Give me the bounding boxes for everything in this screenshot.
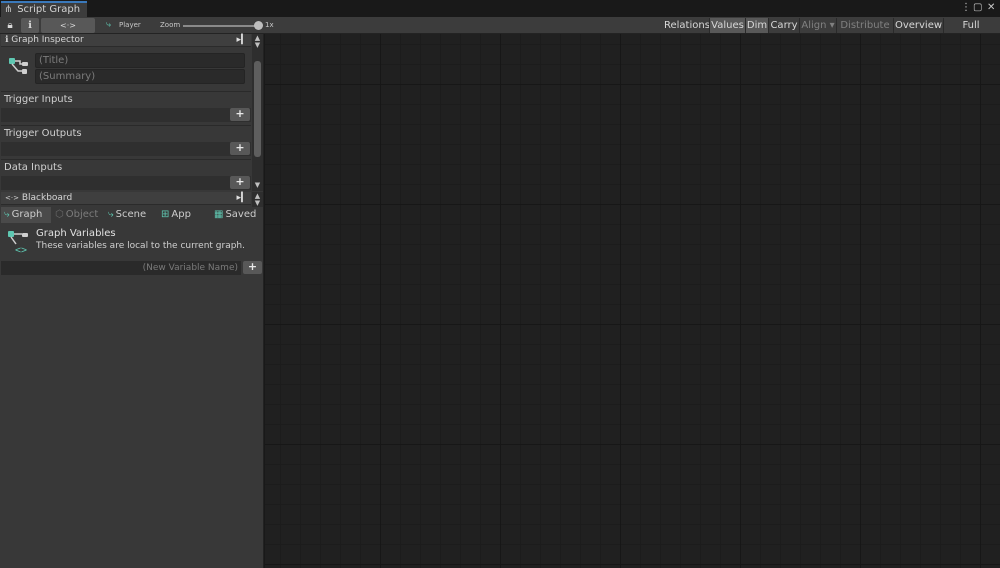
add-trigger-input-button[interactable]: + xyxy=(230,108,250,121)
zoom-slider-track[interactable] xyxy=(183,25,257,27)
zoom-slider-handle[interactable] xyxy=(254,21,263,30)
dock-icon[interactable]: ▸▎ xyxy=(237,35,248,46)
graph-logo-icon xyxy=(9,58,28,74)
add-variable-button[interactable]: + xyxy=(243,261,262,274)
relations-button[interactable]: Relations xyxy=(664,18,710,33)
graph-toolbar: 🔒︎ ℹ <·> ⤷ Player Zoom 1x Relations Valu… xyxy=(0,17,1000,46)
variables-icon: <·> xyxy=(60,21,76,30)
scroll-down-icon[interactable]: ▼ xyxy=(252,199,263,207)
graph-icon: ⤷ xyxy=(4,209,10,220)
dock-icon[interactable]: ▸▎ xyxy=(237,193,248,204)
variables-button[interactable]: <·> xyxy=(41,18,95,33)
graph-canvas[interactable] xyxy=(265,34,1000,568)
trigger-outputs-list xyxy=(1,142,251,156)
data-inputs-list xyxy=(1,176,251,190)
tab-title: Script Graph xyxy=(17,4,81,15)
svg-text:<>: <> xyxy=(15,245,27,255)
distribute-dropdown[interactable]: Distribute ▾ xyxy=(837,18,893,46)
scene-icon: ⤷ xyxy=(108,209,114,220)
blackboard-title: Blackboard xyxy=(21,193,73,203)
graph-title-field[interactable]: (Title) xyxy=(35,53,245,68)
saved-icon: ▦ xyxy=(214,209,224,220)
app-icon: ⊞ xyxy=(161,209,170,220)
tab-object[interactable]: ⬡ Object xyxy=(52,207,104,223)
variables-icon: <·> xyxy=(5,194,19,202)
zoom-value: 1x xyxy=(265,21,274,29)
left-panel: ℹ Graph Inspector ▸▎ ▲ ▼ ▼ (Title) (Summ… xyxy=(0,34,264,568)
close-icon[interactable]: ✕ xyxy=(987,2,995,14)
tab-scene[interactable]: ⤷ Scene xyxy=(105,207,157,223)
player-label[interactable]: Player xyxy=(119,19,141,31)
info-button[interactable]: ℹ xyxy=(21,18,39,33)
tab-object-label: Object xyxy=(65,209,99,220)
trigger-inputs-label: Trigger Inputs xyxy=(4,94,73,105)
new-variable-name-input[interactable]: (New Variable Name) xyxy=(1,261,241,275)
graph-icon: ⋔ xyxy=(4,4,13,15)
tab-scene-label: Scene xyxy=(115,209,147,220)
scroll-down-icon[interactable]: ▼ xyxy=(252,41,263,49)
graph-variables-icon: <> xyxy=(8,231,28,255)
scroll-down-icon[interactable]: ▼ xyxy=(252,181,263,189)
graph-inspector-header: ℹ Graph Inspector ▸▎ xyxy=(1,34,251,47)
dim-button[interactable]: Dim xyxy=(746,18,768,33)
tab-app-label: App xyxy=(171,209,191,220)
player-icon: ⤷ xyxy=(106,20,112,30)
blackboard-header: <·> Blackboard ▸▎ xyxy=(1,192,251,205)
more-vertical-icon[interactable]: ⋮ xyxy=(961,2,971,14)
values-button[interactable]: Values xyxy=(710,18,745,33)
tab-saved[interactable]: ▦ Saved xyxy=(211,207,263,223)
align-dropdown[interactable]: Align ▾ xyxy=(800,18,836,33)
trigger-outputs-label: Trigger Outputs xyxy=(4,128,82,139)
cube-icon: ⬡ xyxy=(55,209,64,220)
maximize-icon[interactable]: ▢ xyxy=(973,2,982,14)
graph-variables-description: These variables are local to the current… xyxy=(36,241,245,251)
info-icon: ℹ xyxy=(28,20,32,31)
lock-icon: 🔒︎ xyxy=(7,20,13,31)
trigger-inputs-list xyxy=(1,108,251,122)
add-trigger-output-button[interactable]: + xyxy=(230,142,250,155)
inspector-scrollbar[interactable]: ▲ ▼ ▼ xyxy=(252,34,263,191)
blackboard-scrollbar[interactable]: ▲ ▼ xyxy=(252,192,263,207)
info-icon: ℹ xyxy=(5,35,9,45)
scroll-thumb[interactable] xyxy=(254,61,261,157)
carry-button[interactable]: Carry xyxy=(769,18,799,33)
full-screen-button[interactable]: Full Screen xyxy=(944,18,998,46)
script-graph-tab[interactable]: ⋔ Script Graph xyxy=(1,1,87,17)
graph-inspector-title: Graph Inspector xyxy=(11,35,84,45)
add-data-input-button[interactable]: + xyxy=(230,176,250,189)
window-tab-bar: ⋔ Script Graph ⋮ ▢ ✕ xyxy=(0,0,1000,17)
tab-graph-label: Graph xyxy=(11,209,43,220)
lock-button[interactable]: 🔒︎ xyxy=(3,18,17,33)
data-inputs-label: Data Inputs xyxy=(4,162,63,173)
graph-summary-field[interactable]: (Summary) xyxy=(35,69,245,84)
graph-variables-title: Graph Variables xyxy=(36,228,116,239)
tab-graph[interactable]: ⤷ Graph xyxy=(1,207,51,223)
overview-button[interactable]: Overview xyxy=(894,18,943,33)
zoom-label: Zoom xyxy=(160,21,181,29)
tab-app[interactable]: ⊞ App xyxy=(158,207,210,223)
tab-saved-label: Saved xyxy=(225,209,257,220)
